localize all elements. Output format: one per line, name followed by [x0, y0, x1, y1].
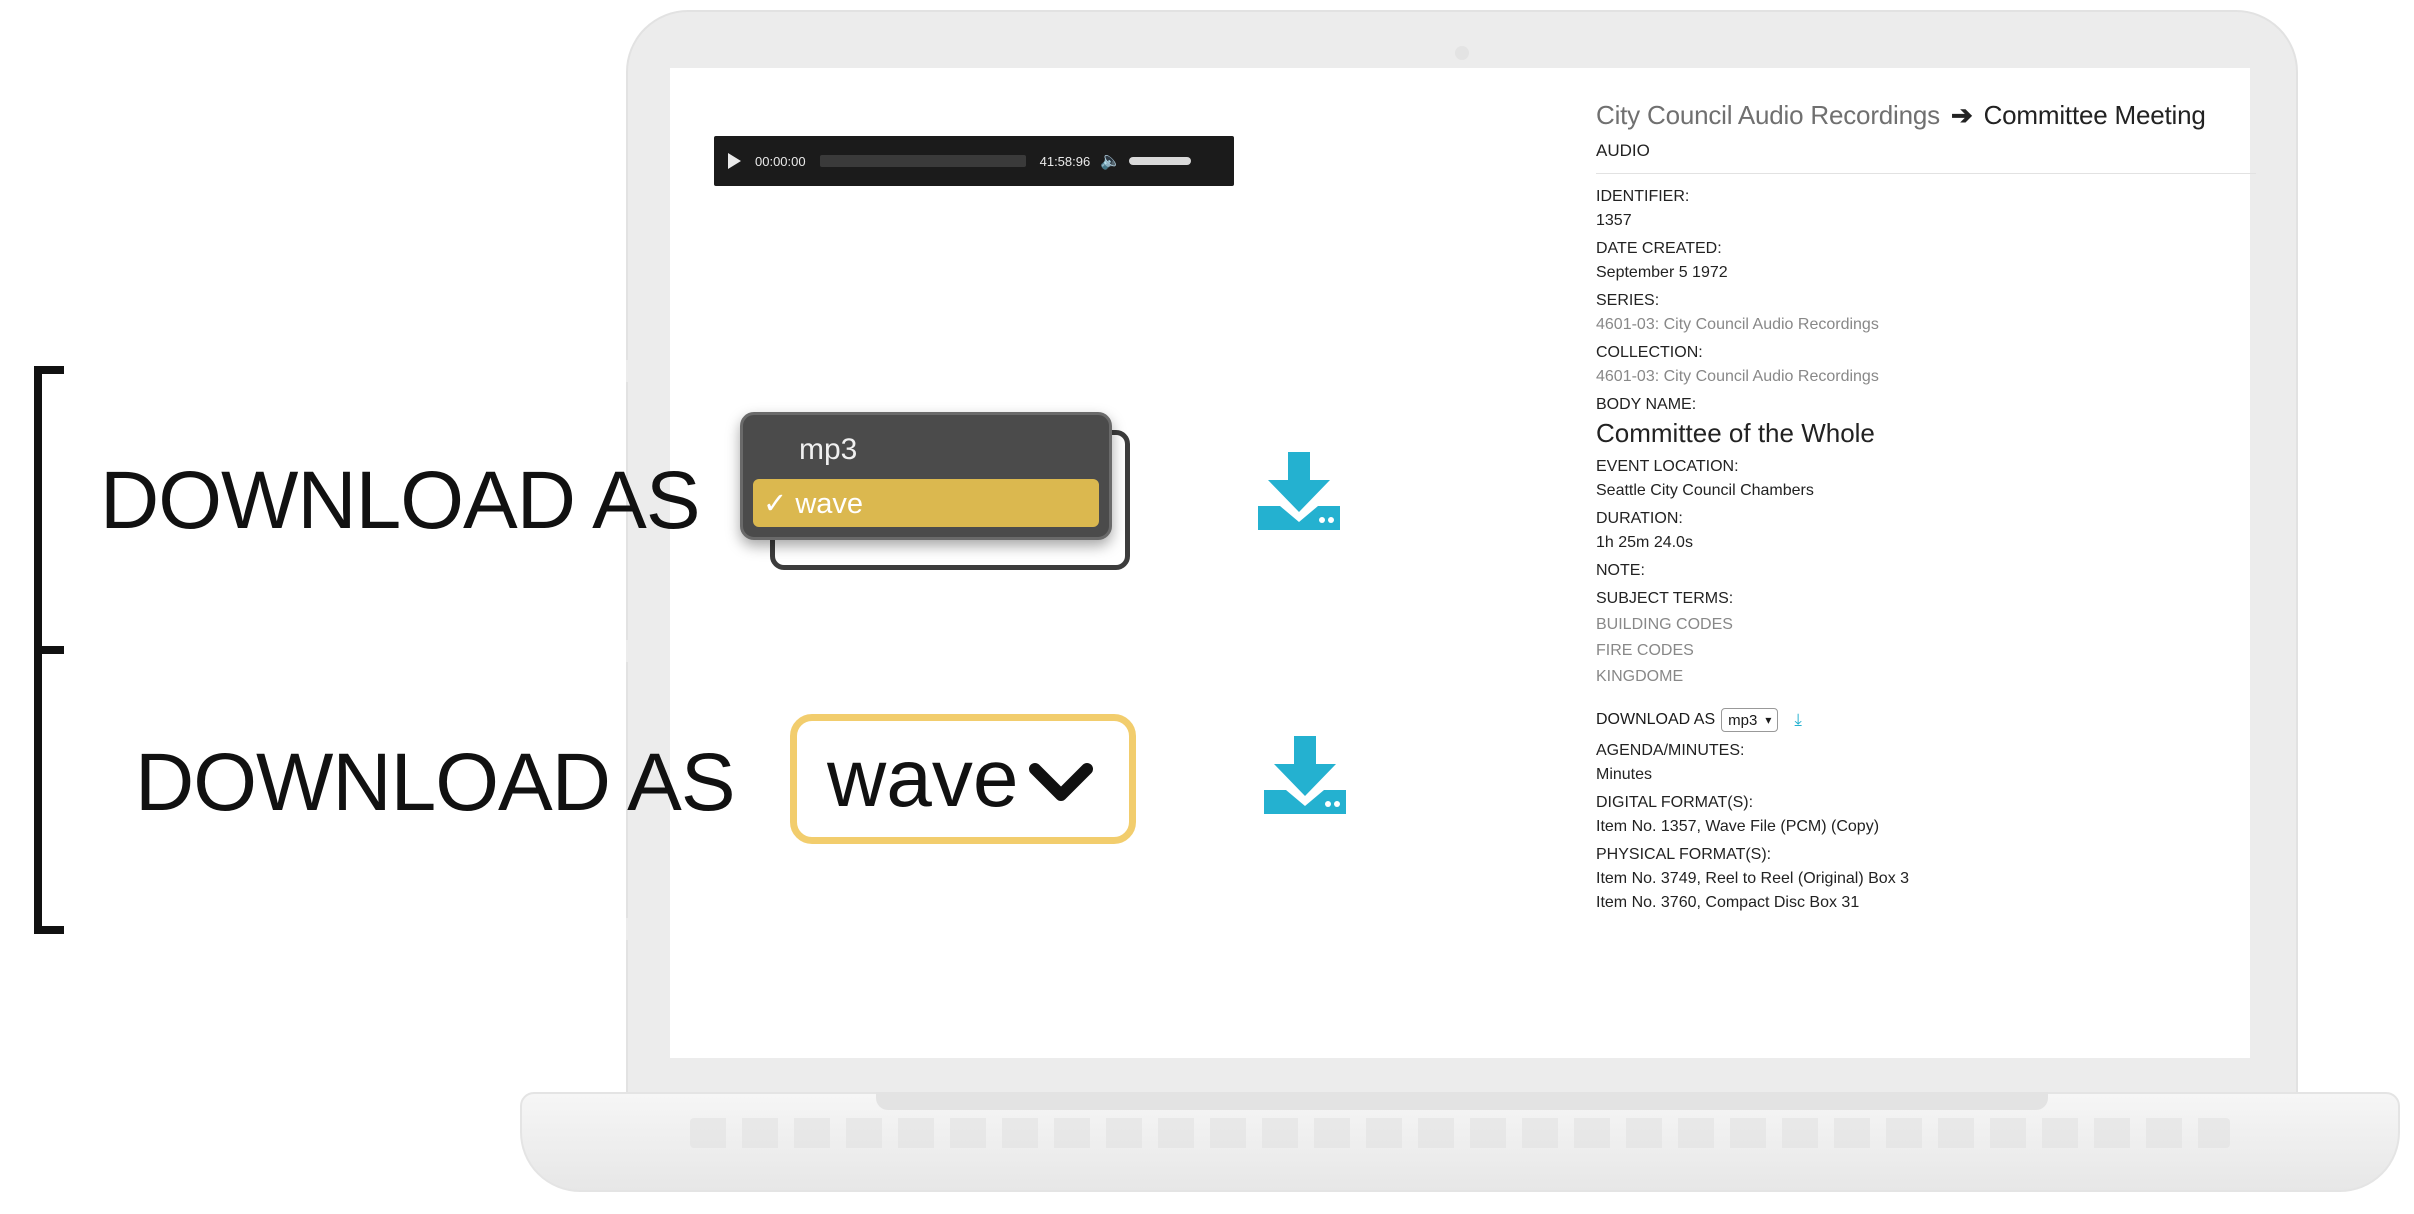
seek-bar[interactable] — [819, 155, 1026, 167]
frame-patch — [626, 640, 670, 662]
format-select[interactable]: mp3 ▾ — [1721, 708, 1779, 732]
camera-icon — [1455, 46, 1469, 60]
callout-download-label: DOWNLOAD AS — [100, 455, 701, 546]
digital-formats-label: DIGITAL FORMAT(S): — [1596, 794, 1754, 811]
divider — [1596, 173, 2256, 174]
callout-bracket — [34, 366, 70, 934]
speaker-icon[interactable]: 🔈 — [1100, 151, 1121, 171]
download-label: DOWNLOAD AS — [1596, 711, 1716, 728]
record-metadata: City Council Audio Recordings ➔ Committe… — [1596, 100, 2256, 912]
breadcrumb-parent[interactable]: City Council Audio Recordings — [1596, 100, 1940, 130]
digital-formats-value: Item No. 1357, Wave File (PCM) (Copy) — [1596, 818, 1880, 835]
date-created-value: September 5 1972 — [1596, 264, 1728, 281]
dropdown-option-wave[interactable]: ✓ wave — [753, 479, 1099, 527]
breadcrumb: City Council Audio Recordings ➔ Committe… — [1596, 100, 2256, 131]
play-icon[interactable] — [728, 153, 741, 169]
audio-player[interactable]: 00:00:00 41:58:96 🔈 — [714, 136, 1234, 186]
duration-label: DURATION: — [1596, 510, 1683, 527]
body-name-value: Committee of the Whole — [1596, 418, 1875, 448]
format-select-value: mp3 — [1728, 711, 1758, 729]
download-row: DOWNLOAD AS mp3 ▾ ⤓ — [1596, 708, 2256, 732]
dropdown-option-mp3[interactable]: mp3 — [799, 433, 857, 467]
duration-value: 1h 25m 24.0s — [1596, 534, 1693, 551]
chevron-down-icon — [1029, 763, 1093, 801]
date-created-label: DATE CREATED: — [1596, 240, 1722, 257]
agenda-minutes-value: Minutes — [1596, 766, 1653, 783]
event-location-label: EVENT LOCATION: — [1596, 458, 1739, 475]
agenda-minutes-label: AGENDA/MINUTES: — [1596, 742, 1745, 759]
laptop-hinge — [876, 1092, 2048, 1110]
frame-patch — [626, 918, 670, 940]
physical-format-item: Item No. 3760, Compact Disc Box 31 — [1596, 894, 1860, 911]
identifier-label: IDENTIFIER: — [1596, 188, 1690, 205]
identifier-value: 1357 — [1596, 212, 1632, 229]
physical-format-item: Item No. 3749, Reel to Reel (Original) B… — [1596, 870, 1910, 887]
subject-term-link[interactable]: BUILDING CODES — [1596, 612, 2256, 638]
current-time: 00:00:00 — [755, 153, 806, 169]
collection-label: COLLECTION: — [1596, 344, 1703, 361]
format-dropdown-menu[interactable]: mp3 ✓ wave — [740, 412, 1112, 540]
download-icon[interactable] — [1258, 452, 1340, 530]
note-label: NOTE: — [1596, 562, 1645, 579]
subject-terms-label: SUBJECT TERMS: — [1596, 590, 1734, 607]
select-value: wave — [827, 733, 1019, 824]
collection-link[interactable]: 4601-03: City Council Audio Recordings — [1596, 368, 2256, 386]
keyboard — [690, 1118, 2230, 1148]
physical-formats-label: PHYSICAL FORMAT(S): — [1596, 846, 1772, 863]
arrow-icon: ➔ — [1950, 100, 1973, 130]
total-time: 41:58:96 — [1039, 153, 1091, 169]
event-location-value: Seattle City Council Chambers — [1596, 482, 1814, 499]
chevron-down-icon: ▾ — [1765, 713, 1772, 727]
download-icon[interactable] — [1264, 736, 1346, 814]
breadcrumb-current: Committee Meeting — [1983, 100, 2206, 130]
subject-term-link[interactable]: KINGDOME — [1596, 664, 2256, 690]
subject-term-link[interactable]: FIRE CODES — [1596, 638, 2256, 664]
subject-terms-list: BUILDING CODES FIRE CODES KINGDOME — [1596, 612, 2256, 690]
format-select-large[interactable]: wave — [790, 714, 1136, 844]
volume-slider[interactable] — [1129, 157, 1192, 165]
body-name-label: BODY NAME: — [1596, 396, 1697, 413]
series-label: SERIES: — [1596, 292, 1660, 309]
series-link[interactable]: 4601-03: City Council Audio Recordings — [1596, 316, 2256, 334]
callout-download-label: DOWNLOAD AS — [135, 737, 736, 828]
record-type: AUDIO — [1596, 141, 1650, 160]
frame-patch — [626, 360, 670, 382]
download-icon[interactable]: ⤓ — [1794, 710, 1802, 730]
